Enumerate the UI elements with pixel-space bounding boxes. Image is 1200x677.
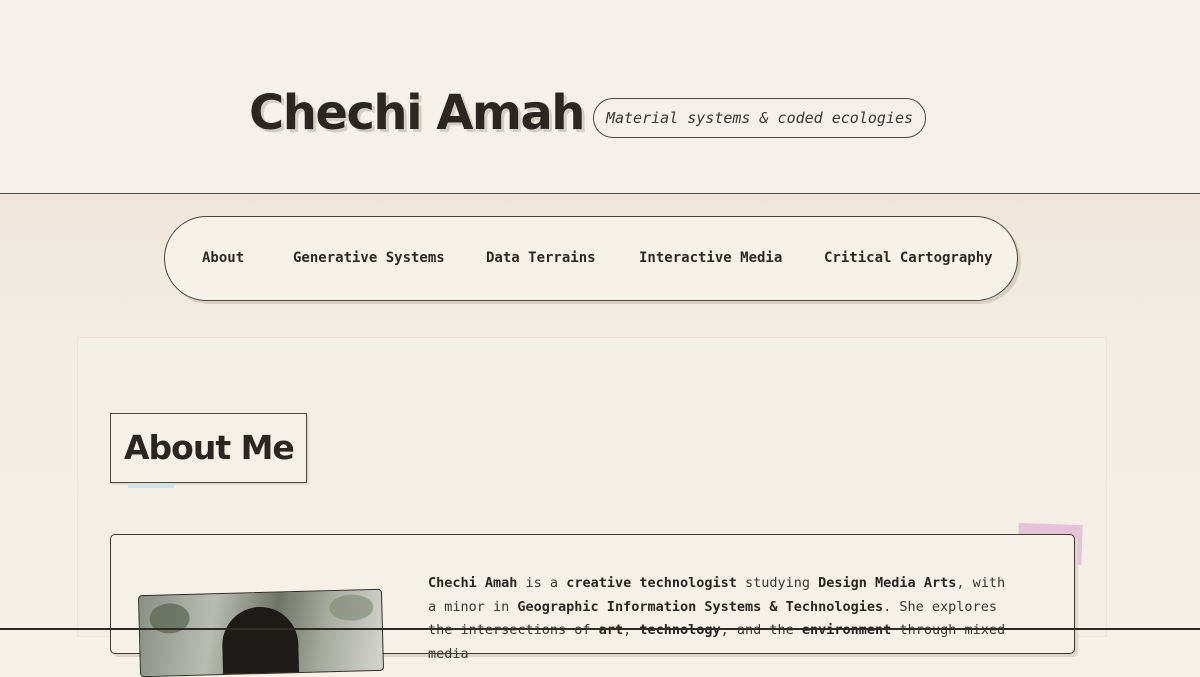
bio-minor: Geographic Information Systems & Technol… bbox=[517, 598, 884, 615]
nav-item-data-terrains[interactable]: Data Terrains bbox=[486, 250, 596, 266]
bio-text-part: , bbox=[623, 622, 640, 638]
section-title-box: About Me bbox=[110, 413, 307, 483]
tagline-badge: Material systems & coded ecologies bbox=[592, 98, 927, 138]
site-header: Chechi Amah Material systems & coded eco… bbox=[0, 0, 1200, 194]
nav-item-generative-systems[interactable]: Generative Systems bbox=[293, 250, 445, 266]
bio-role: creative technologist bbox=[566, 575, 737, 591]
title-accent-line bbox=[128, 484, 174, 488]
photo-foliage bbox=[329, 594, 374, 622]
nav-item-critical-cartography[interactable]: Critical Cartography bbox=[824, 250, 993, 266]
bio-text-part: , and the bbox=[720, 622, 802, 638]
photo-subject bbox=[221, 606, 300, 677]
nav-item-interactive-media[interactable]: Interactive Media bbox=[639, 250, 782, 266]
bio-major: Design Media Arts bbox=[818, 575, 957, 591]
bio-keyword-environment: environment bbox=[801, 622, 892, 638]
bio-keyword-art: art bbox=[598, 622, 624, 638]
bio-text: Chechi Amah is a creative technologist s… bbox=[428, 572, 1018, 666]
main-nav: About Generative Systems Data Terrains I… bbox=[164, 216, 1018, 301]
bio-name: Chechi Amah bbox=[428, 575, 518, 591]
section-title: About Me bbox=[124, 428, 295, 467]
bio-text-part: is a bbox=[517, 575, 567, 591]
nav-item-about[interactable]: About bbox=[202, 250, 244, 266]
profile-photo bbox=[137, 588, 385, 677]
bio-keyword-technology: technology bbox=[639, 622, 721, 638]
bio-text-part: studying bbox=[736, 575, 819, 591]
site-title[interactable]: Chechi Amah bbox=[249, 89, 585, 137]
brand: Chechi Amah Material systems & coded eco… bbox=[249, 88, 927, 138]
